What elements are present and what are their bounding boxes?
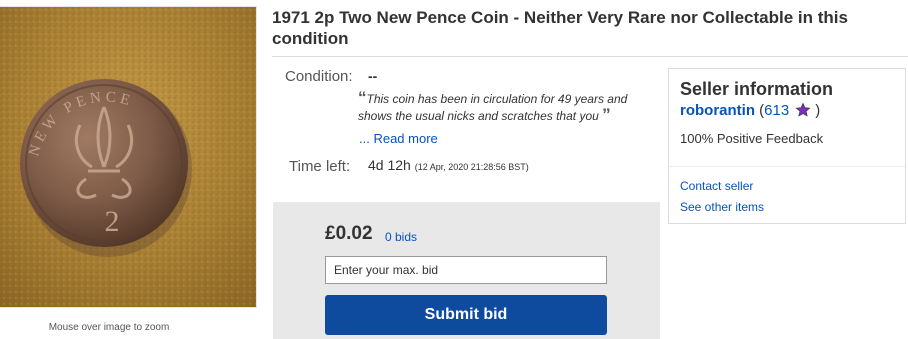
score-close-paren: ) xyxy=(815,102,821,119)
bid-count-link[interactable]: 0 bids xyxy=(385,230,417,244)
bid-panel: £0.02 0 bids Submit bid xyxy=(273,202,660,339)
positive-feedback: 100% Positive Feedback xyxy=(680,131,824,146)
condition-label: Condition: xyxy=(285,68,353,85)
current-price: £0.02 xyxy=(325,223,373,244)
see-other-items-link[interactable]: See other items xyxy=(680,200,764,214)
close-quote-icon: ” xyxy=(602,105,611,124)
read-more-link[interactable]: ... Read more xyxy=(359,131,438,146)
title-divider xyxy=(272,56,908,57)
open-quote-icon: “ xyxy=(358,88,367,107)
seller-name-row: roborantin (613 ) xyxy=(680,102,820,119)
time-left: 4d 12h (12 Apr, 2020 21:28:56 BST) xyxy=(368,157,529,173)
coin-photo: 2 NEW PENCE xyxy=(0,7,256,307)
seller-divider xyxy=(669,166,905,167)
seller-name-link[interactable]: roborantin xyxy=(680,102,755,119)
condition-description: “This coin has been in circulation for 4… xyxy=(358,88,658,124)
star-icon xyxy=(795,102,811,117)
time-left-value: 4d 12h xyxy=(368,157,411,173)
seller-info-panel: Seller information roborantin (613 ) 100… xyxy=(668,68,906,224)
submit-bid-button[interactable]: Submit bid xyxy=(325,295,607,335)
zoom-hint: Mouse over image to zoom xyxy=(48,322,170,333)
coin-numeral: 2 xyxy=(105,205,120,238)
feedback-score-link[interactable]: 613 xyxy=(764,102,789,119)
seller-heading: Seller information xyxy=(680,79,834,99)
contact-seller-link[interactable]: Contact seller xyxy=(680,179,753,193)
condition-quote: This coin has been in circulation for 49… xyxy=(358,92,628,123)
condition-value: -- xyxy=(368,68,378,84)
max-bid-input[interactable] xyxy=(325,256,607,284)
end-time: (12 Apr, 2020 21:28:56 BST) xyxy=(414,162,529,172)
time-left-label: Time left: xyxy=(289,158,351,175)
item-title: 1971 2p Two New Pence Coin - Neither Ver… xyxy=(272,8,848,48)
item-image[interactable]: 2 NEW PENCE xyxy=(0,6,257,308)
